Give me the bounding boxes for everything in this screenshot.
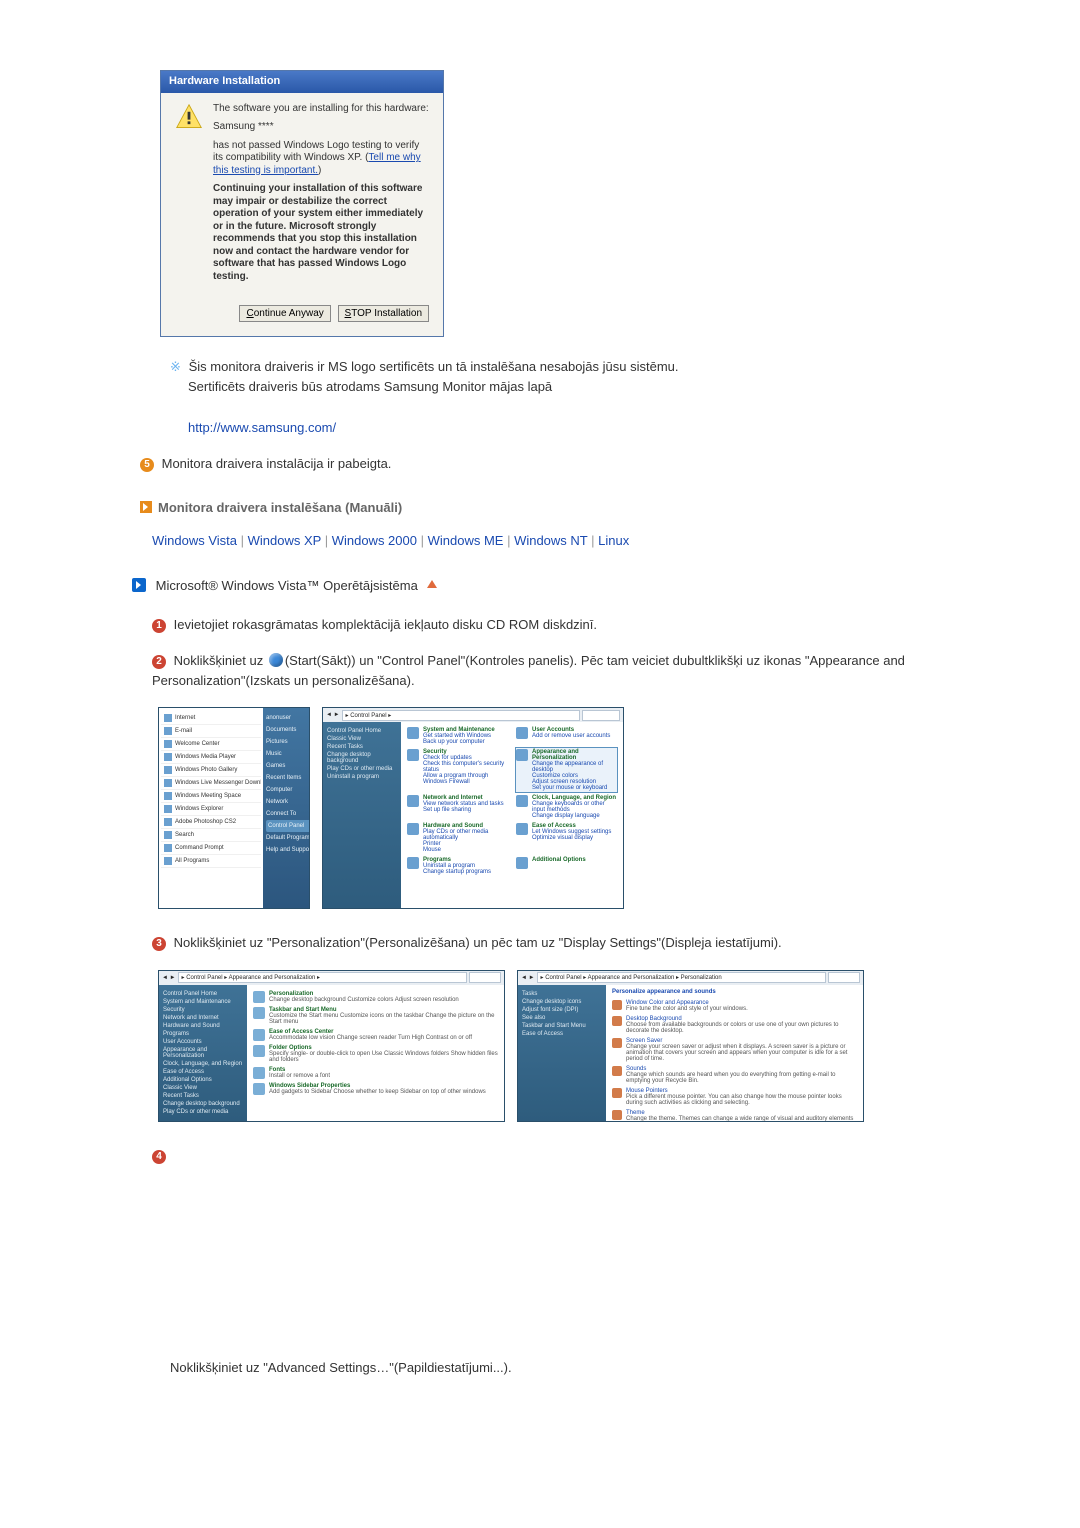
os-link-linux[interactable]: Linux [598, 533, 629, 548]
step-3-badge: 3 [152, 937, 166, 951]
os-link-me[interactable]: Windows ME [428, 533, 504, 548]
step-1-badge: 1 [152, 619, 166, 633]
os-link-nt[interactable]: Windows NT [514, 533, 587, 548]
dialog-title: Hardware Installation [161, 71, 443, 93]
heading-bullet-icon [140, 501, 152, 513]
continue-anyway-button[interactable]: CContinue Anywayontinue Anyway [239, 305, 330, 322]
os-links-row: Windows Vista | Windows XP | Windows 200… [152, 533, 960, 548]
start-orb-icon [269, 653, 283, 667]
up-arrow-icon [425, 578, 439, 595]
arrow-bullet-icon [132, 578, 146, 592]
stop-installation-button[interactable]: STOP Installation [338, 305, 429, 322]
certification-note: ※ Šis monitora draiveris ir MS logo sert… [170, 357, 960, 438]
manual-install-heading: Monitora draivera instalēšana (Manuāli) [140, 500, 960, 515]
screenshot-start-menu: InternetE-mailWelcome CenterWindows Medi… [158, 707, 310, 909]
step-4-badge: 4 [152, 1150, 166, 1164]
os-link-xp[interactable]: Windows XP [248, 533, 321, 548]
os-link-2000[interactable]: Windows 2000 [332, 533, 417, 548]
os-link-vista[interactable]: Windows Vista [152, 533, 237, 548]
step-5-text: Monitora draivera instalācija ir pabeigt… [162, 456, 392, 471]
step-3-text: Noklikšķiniet uz "Personalization"(Perso… [174, 935, 782, 950]
hardware-installation-dialog: Hardware Installation The software you a… [160, 70, 444, 337]
dialog-message: The software you are installing for this… [213, 103, 429, 290]
screenshot-appearance-window: ◄ ► ▸ Control Panel ▸ Appearance and Per… [158, 970, 505, 1122]
step-1-text: Ievietojiet rokasgrāmatas komplektācijā … [174, 617, 597, 632]
step-5-badge: 5 [140, 458, 154, 472]
step-4-text: Noklikšķiniet uz "Advanced Settings…"(Pa… [170, 1360, 512, 1375]
screenshot-personalization-window: ◄ ► ▸ Control Panel ▸ Appearance and Per… [517, 970, 864, 1122]
vista-os-heading: Microsoft® Windows Vista™ Operētājsistēm… [132, 578, 960, 595]
samsung-url-link[interactable]: http://www.samsung.com/ [188, 420, 336, 435]
step-2-text: Noklikšķiniet uz (Start(Sākt)) un "Contr… [152, 653, 905, 688]
step-2-badge: 2 [152, 655, 166, 669]
warning-icon [175, 103, 203, 131]
screenshot-control-panel: ◄ ► ▸ Control Panel ▸ Control Panel Home… [322, 707, 624, 909]
note-icon: ※ [170, 357, 182, 377]
